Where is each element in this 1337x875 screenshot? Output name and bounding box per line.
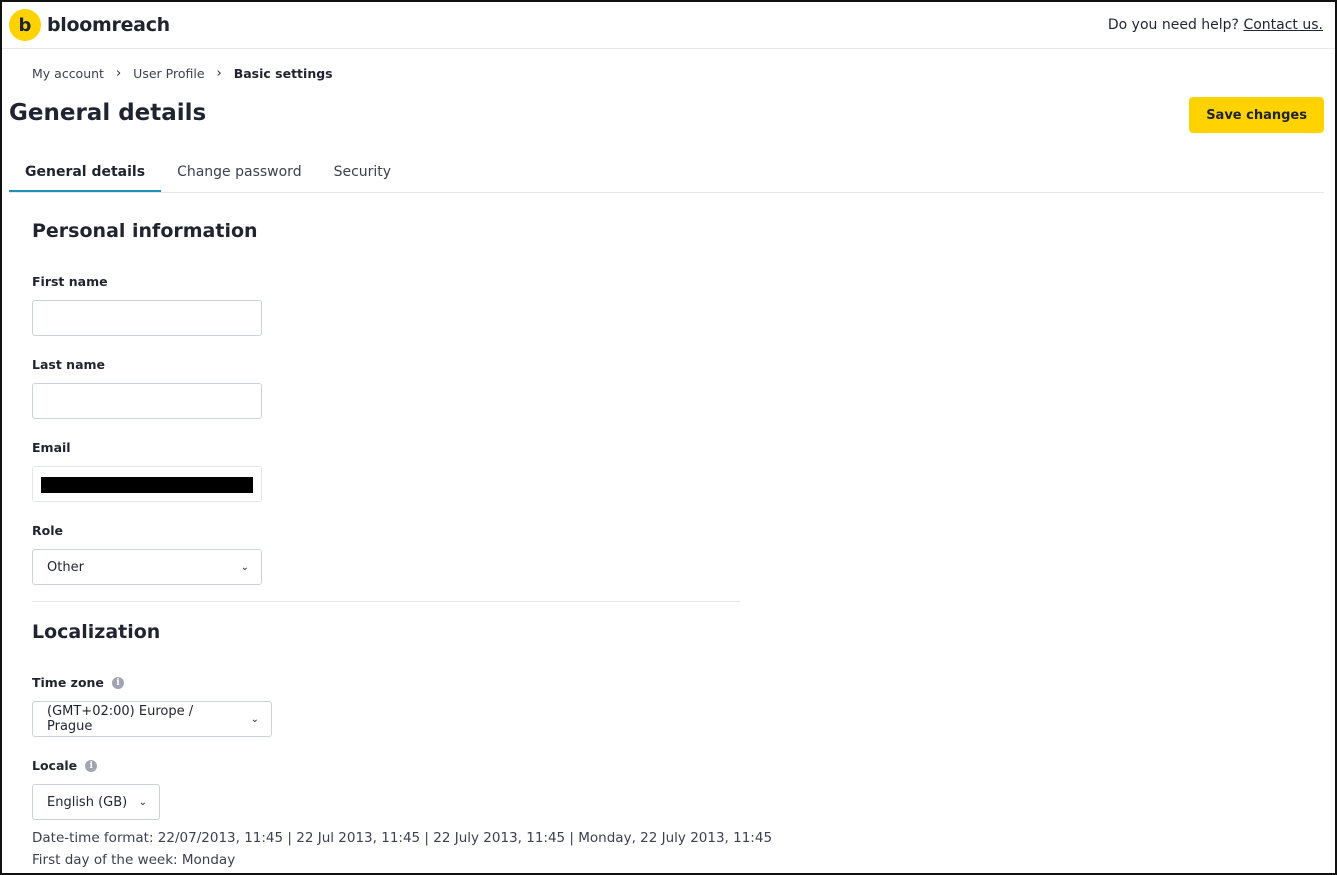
last-name-input[interactable] xyxy=(32,383,262,419)
role-select[interactable]: Other ⌄ xyxy=(32,549,262,585)
info-icon[interactable]: i xyxy=(111,676,124,689)
breadcrumb-basic-settings: Basic settings xyxy=(233,66,333,81)
tab-general-details[interactable]: General details xyxy=(9,154,162,192)
section-divider xyxy=(32,601,740,602)
date-time-format-text: Date-time format: 22/07/2013, 11:45 | 22… xyxy=(32,830,773,846)
first-day-of-week-text: First day of the week: Monday xyxy=(32,852,236,868)
chevron-right-icon: › xyxy=(216,66,222,81)
time-zone-selected-value: (GMT+02:00) Europe / Prague xyxy=(47,704,194,734)
info-icon[interactable]: i xyxy=(85,759,98,772)
first-name-input[interactable] xyxy=(32,300,262,336)
role-label: Role xyxy=(32,523,63,538)
breadcrumb: My account › User Profile › Basic settin… xyxy=(32,66,333,81)
chevron-right-icon: › xyxy=(115,66,122,81)
locale-selected-value: English (GB) xyxy=(47,794,128,810)
locale-label-text: Locale xyxy=(32,758,78,773)
time-zone-select[interactable]: (GMT+02:00) Europe / Prague ⌄ xyxy=(32,701,272,737)
chevron-down-icon: ⌄ xyxy=(138,796,147,808)
last-name-label: Last name xyxy=(32,357,106,372)
first-name-label: First name xyxy=(32,274,108,289)
locale-select[interactable]: English (GB) ⌄ xyxy=(32,784,160,820)
bloomreach-logo-icon: b xyxy=(9,9,41,41)
page-title: General details xyxy=(9,100,207,126)
time-zone-label-text: Time zone xyxy=(32,675,104,690)
help-question: Do you need help? xyxy=(1107,17,1239,33)
localization-heading: Localization xyxy=(32,621,161,643)
save-changes-button[interactable]: Save changes xyxy=(1189,97,1324,133)
chevron-down-icon: ⌄ xyxy=(250,713,259,725)
role-selected-value: Other xyxy=(47,559,84,575)
time-zone-label: Time zone i xyxy=(32,675,124,690)
help-text: Do you need help? Contact us. xyxy=(1108,17,1323,33)
chevron-down-icon: ⌄ xyxy=(240,561,249,573)
contact-us-link[interactable]: Contact us. xyxy=(1243,17,1323,33)
brand-logo[interactable]: b bloomreach xyxy=(9,9,170,41)
locale-label: Locale i xyxy=(32,758,98,773)
personal-information-heading: Personal information xyxy=(32,220,258,242)
brand-name: bloomreach xyxy=(47,14,170,36)
tab-bar: General details Change password Security xyxy=(9,154,1324,193)
tab-change-password[interactable]: Change password xyxy=(161,154,318,192)
email-label: Email xyxy=(32,440,71,455)
email-redaction xyxy=(41,477,253,493)
tab-security[interactable]: Security xyxy=(318,154,408,192)
top-bar: b bloomreach Do you need help? Contact u… xyxy=(2,2,1335,49)
breadcrumb-user-profile[interactable]: User Profile xyxy=(133,66,204,81)
breadcrumb-my-account[interactable]: My account xyxy=(32,66,104,81)
